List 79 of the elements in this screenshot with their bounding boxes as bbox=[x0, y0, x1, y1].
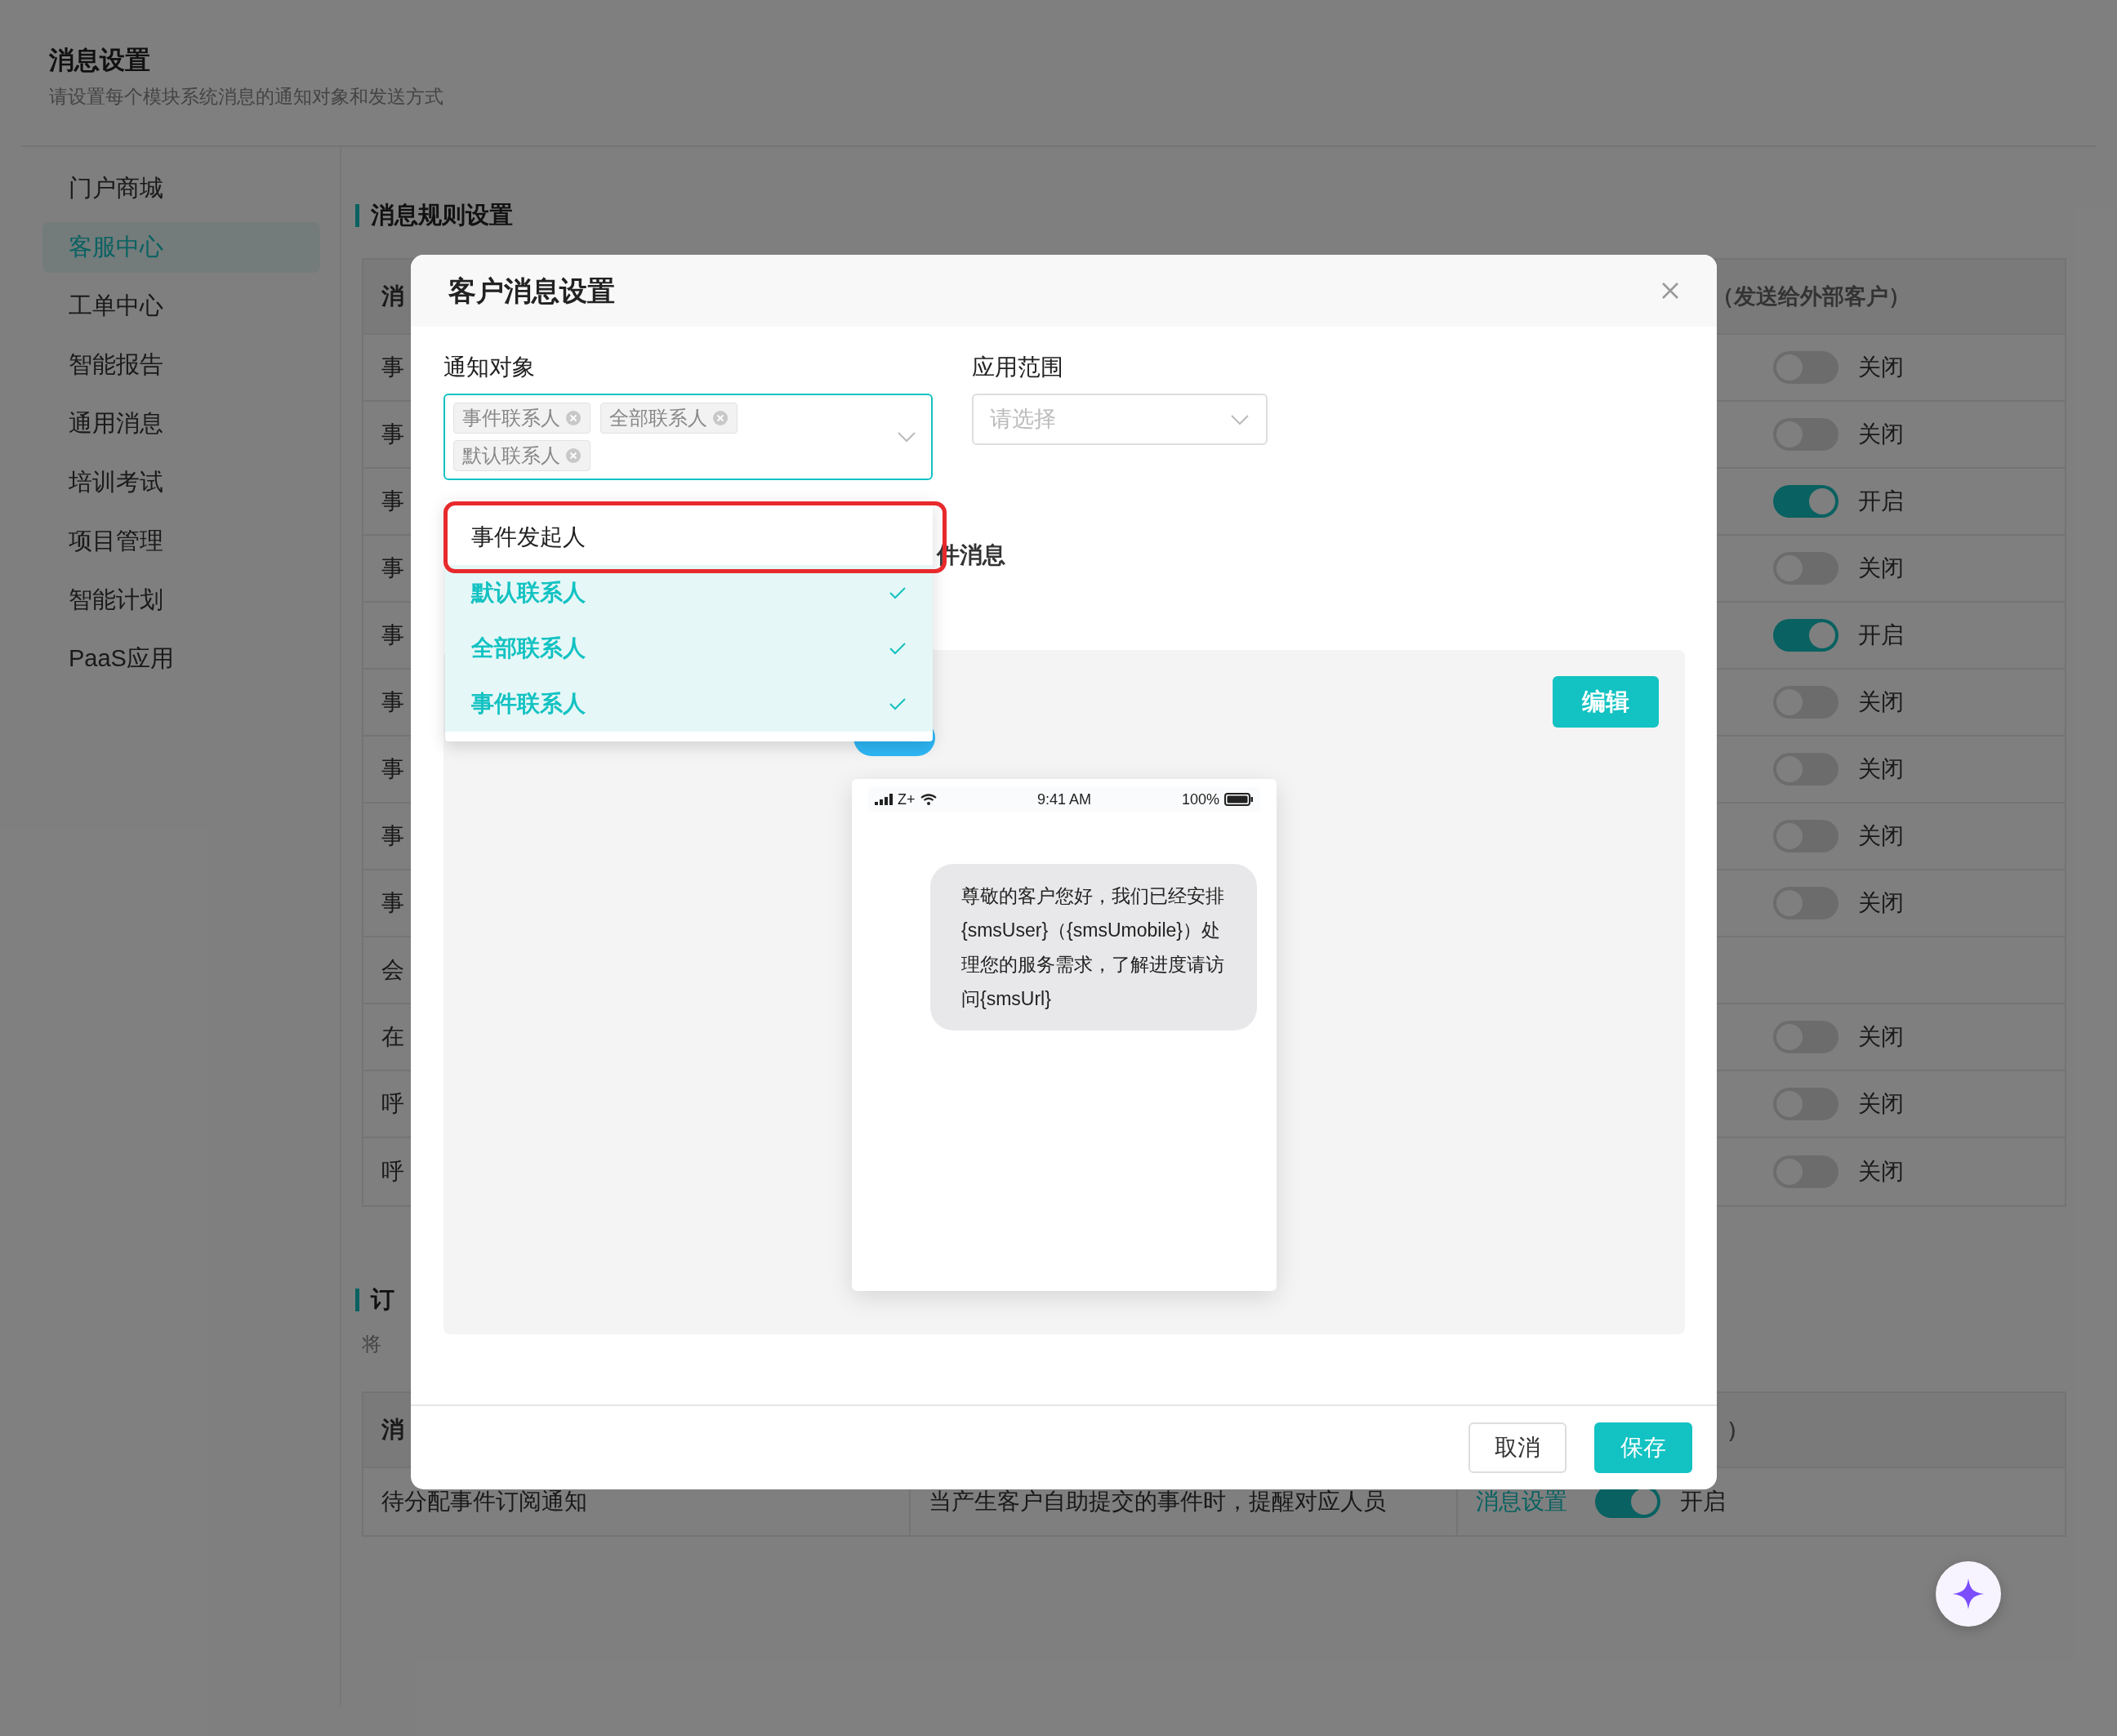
toggle-label: 关闭 bbox=[1858, 889, 1904, 917]
dialog-title: 客户消息设置 bbox=[448, 274, 615, 308]
table-cell-text: 事 bbox=[381, 554, 404, 582]
cancel-button[interactable]: 取消 bbox=[1469, 1422, 1567, 1473]
table-cell-text: 事 bbox=[381, 621, 404, 649]
tag-label: 全部联系人 bbox=[609, 406, 707, 430]
option-label: 默认联系人 bbox=[471, 579, 586, 607]
page-title: 消息设置 bbox=[49, 45, 151, 76]
tag-label: 事件联系人 bbox=[462, 406, 560, 430]
battery-icon bbox=[1224, 793, 1254, 806]
option-label: 事件联系人 bbox=[471, 690, 586, 718]
section-title: 消息规则设置 bbox=[371, 201, 513, 230]
column-header: ） bbox=[1726, 1416, 1749, 1444]
sidebar-item[interactable]: 智能计划 bbox=[42, 575, 320, 625]
accent-bar bbox=[355, 204, 359, 227]
dropdown-option[interactable]: 事件发起人 bbox=[445, 510, 933, 565]
table-cell-text: 事 bbox=[381, 822, 404, 850]
table-cell-text: 事 bbox=[381, 354, 404, 381]
field-label: 通知对象 bbox=[443, 354, 536, 381]
check-icon bbox=[889, 642, 907, 655]
toggle-label: 关闭 bbox=[1858, 755, 1904, 783]
tag-label: 默认联系人 bbox=[462, 443, 560, 468]
table-cell-text: 事 bbox=[381, 487, 404, 515]
toggle-label: 关闭 bbox=[1858, 1090, 1904, 1118]
battery-text: 100% bbox=[1181, 790, 1219, 809]
table-cell-text: 呼 bbox=[381, 1158, 404, 1186]
table-cell-text: 事 bbox=[381, 889, 404, 917]
check-icon bbox=[889, 586, 907, 599]
signal-icon bbox=[875, 794, 893, 805]
field-label: 应用范围 bbox=[972, 354, 1064, 381]
sidebar-item[interactable]: PaaS应用 bbox=[42, 634, 320, 684]
table-cell-text: 事 bbox=[381, 755, 404, 783]
page-subtitle: 请设置每个模块系统消息的通知对象和发送方式 bbox=[49, 85, 444, 109]
accent-bar bbox=[355, 1289, 359, 1311]
multi-select-field[interactable]: 事件联系人 全部联系人 默认联系人 bbox=[443, 394, 933, 480]
sidebar-item[interactable]: 门户商城 bbox=[42, 163, 320, 214]
toggle-label: 开启 bbox=[1858, 621, 1904, 649]
section-description: 将 bbox=[362, 1332, 382, 1356]
sidebar-item[interactable]: 项目管理 bbox=[42, 516, 320, 567]
sidebar-item[interactable]: 通用消息 bbox=[42, 398, 320, 449]
clock-text: 9:41 AM bbox=[1036, 790, 1091, 809]
remove-icon[interactable] bbox=[565, 447, 582, 464]
toggle-label: 开启 bbox=[1858, 487, 1904, 515]
toggle-label: 关闭 bbox=[1858, 1158, 1904, 1186]
remove-icon[interactable] bbox=[565, 410, 582, 426]
carrier-text: Z+ bbox=[898, 790, 916, 809]
toggle-label: 关闭 bbox=[1858, 688, 1904, 716]
sidebar-item[interactable]: 工单中心 bbox=[42, 281, 320, 332]
toggle-label: 关闭 bbox=[1858, 1023, 1904, 1051]
sidebar-item[interactable]: 智能报告 bbox=[42, 340, 320, 390]
table-cell-text: 事 bbox=[381, 421, 404, 448]
toggle-switch[interactable] bbox=[1773, 485, 1838, 518]
check-icon bbox=[889, 697, 907, 710]
table-cell-text: 在 bbox=[381, 1023, 404, 1051]
chevron-down-icon bbox=[897, 431, 916, 443]
section-title: 订 bbox=[371, 1285, 394, 1315]
toggle-label: 关闭 bbox=[1858, 822, 1904, 850]
toggle-label: 关闭 bbox=[1858, 354, 1904, 381]
toggle-label: 开启 bbox=[1680, 1488, 1726, 1516]
sidebar-item[interactable]: 培训考试 bbox=[42, 457, 320, 508]
close-icon[interactable] bbox=[1661, 282, 1679, 300]
table-cell-text: 会 bbox=[381, 956, 404, 984]
column-header: （发送给外部客户） bbox=[1712, 283, 1911, 310]
wifi-icon bbox=[920, 794, 937, 805]
table-cell-text: 事 bbox=[381, 688, 404, 716]
column-header: 消 bbox=[381, 1416, 404, 1444]
save-button[interactable]: 保存 bbox=[1594, 1422, 1692, 1473]
edit-button[interactable]: 编辑 bbox=[1553, 676, 1659, 728]
chevron-down-icon bbox=[1230, 413, 1250, 425]
toggle-switch[interactable] bbox=[1773, 619, 1838, 652]
remove-icon[interactable] bbox=[712, 410, 729, 426]
column-header: 消 bbox=[381, 283, 404, 310]
message-bubble: 尊敬的客户您好，我们已经安排{smsUser}（{smsUmobile}）处理您的服务需求，了解进度请访问{smsUrl} bbox=[930, 864, 1257, 1030]
option-label: 全部联系人 bbox=[471, 634, 586, 662]
option-label: 事件发起人 bbox=[471, 523, 586, 551]
table-cell-text: 呼 bbox=[381, 1090, 404, 1118]
toggle-label: 关闭 bbox=[1858, 421, 1904, 448]
toggle-label: 关闭 bbox=[1858, 554, 1904, 582]
placeholder: 请选择 bbox=[990, 406, 1057, 434]
